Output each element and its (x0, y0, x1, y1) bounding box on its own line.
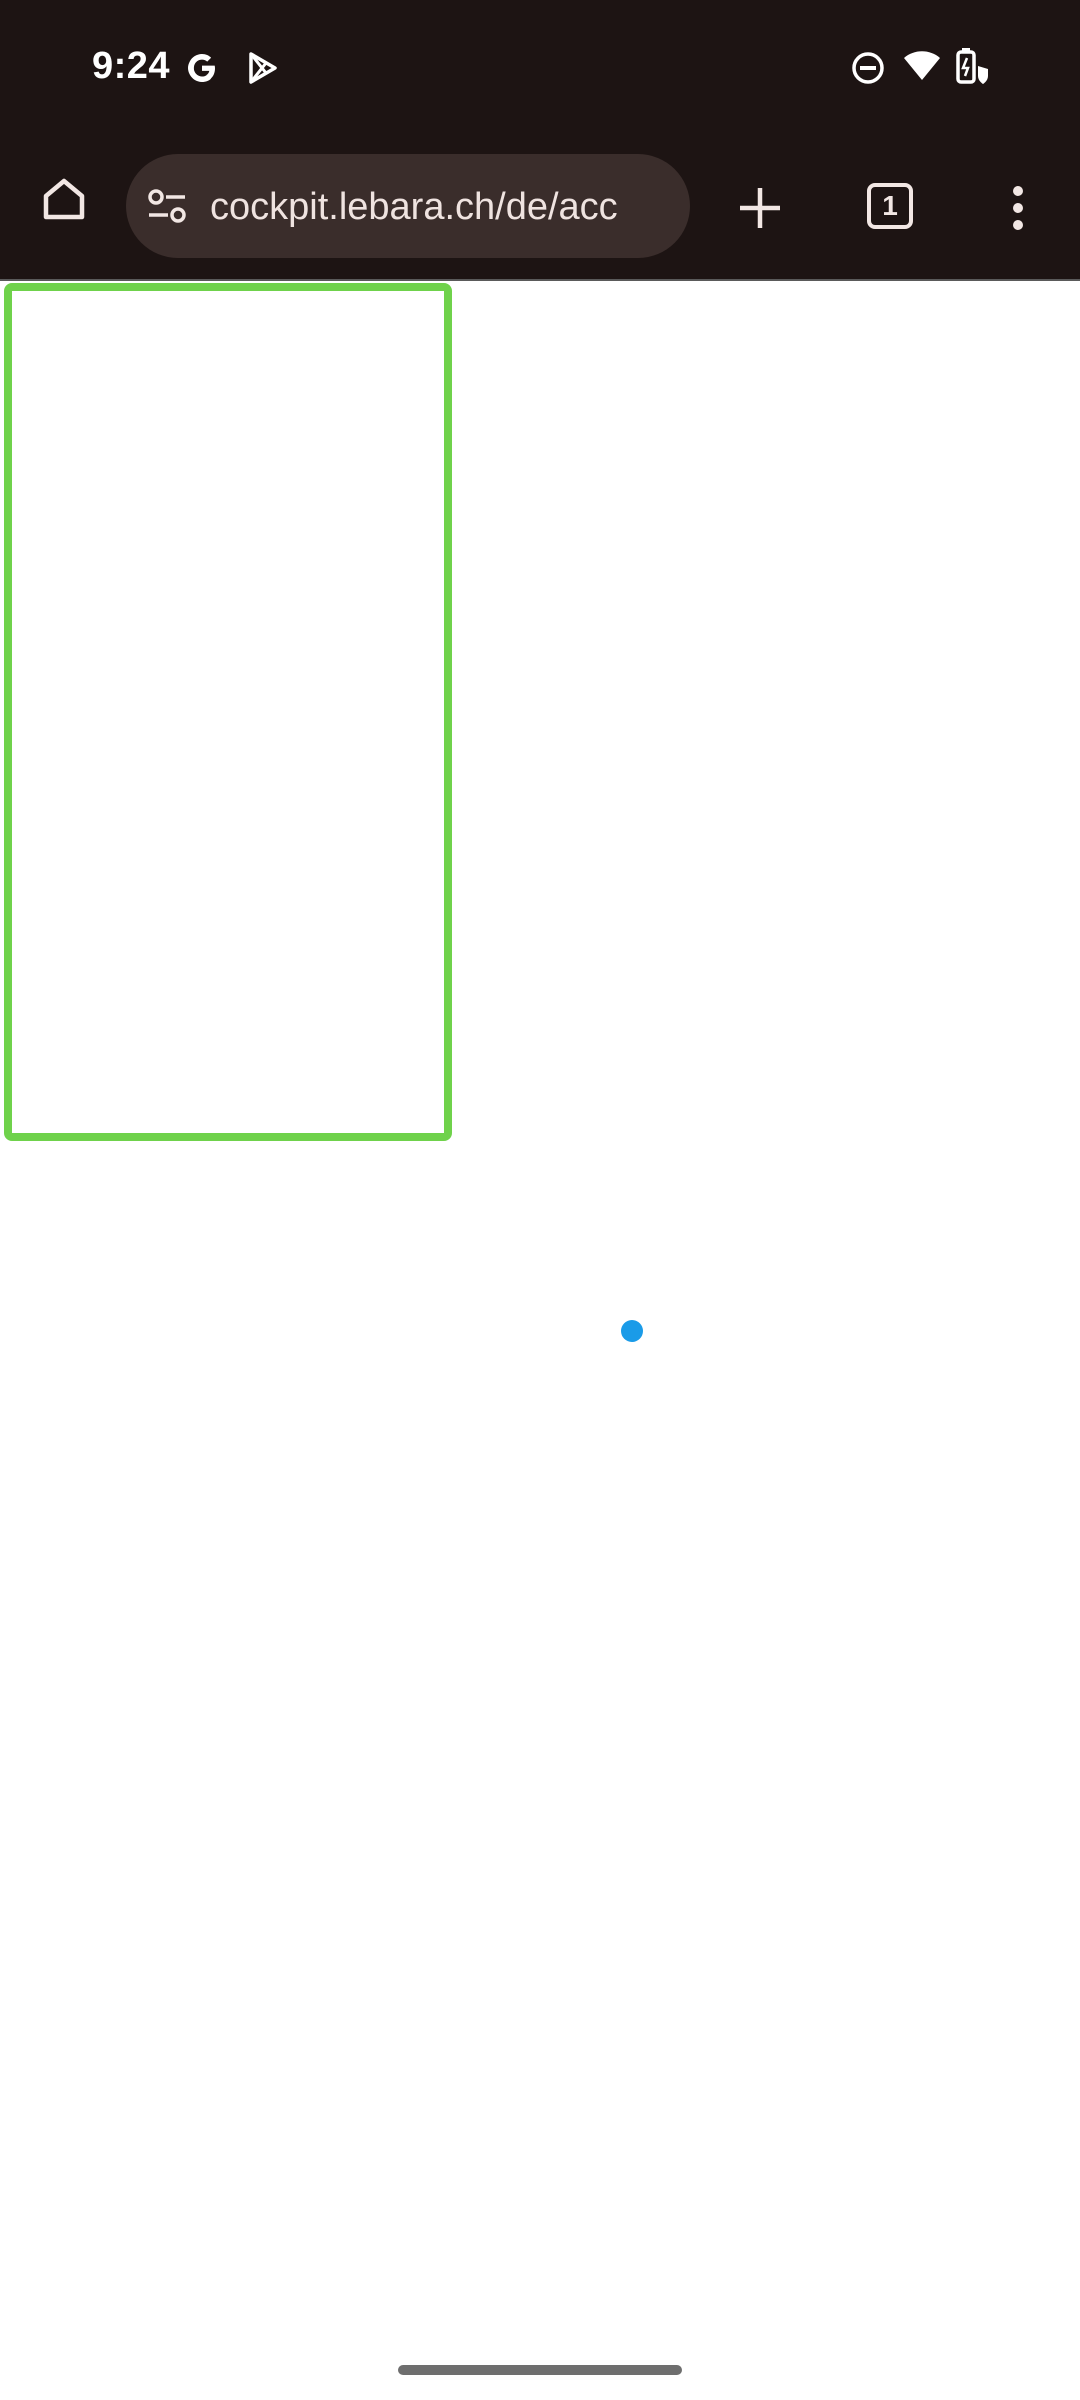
tab-switcher-button[interactable]: 1 (867, 183, 913, 229)
loading-indicator (621, 1320, 643, 1342)
play-store-icon (244, 50, 280, 86)
wifi-icon (902, 48, 942, 84)
overflow-menu-icon[interactable] (1000, 180, 1036, 236)
new-tab-icon[interactable] (734, 182, 786, 234)
address-bar[interactable]: cockpit.lebara.ch/de/acc (126, 154, 690, 258)
status-time: 9:24 (92, 45, 171, 87)
site-settings-icon[interactable] (144, 184, 190, 230)
google-g-icon (184, 50, 220, 86)
do-not-disturb-icon (850, 50, 886, 86)
gesture-nav-handle[interactable] (398, 2365, 682, 2375)
highlight-frame (4, 283, 452, 1141)
home-icon[interactable] (30, 165, 98, 233)
url-text: cockpit.lebara.ch/de/acc (210, 186, 618, 228)
screen: 9:24 cockpit.lebara.ch/de/acc 1 (0, 0, 1080, 2400)
status-bar: 9:24 (0, 0, 1080, 135)
battery-saver-icon (955, 46, 991, 88)
